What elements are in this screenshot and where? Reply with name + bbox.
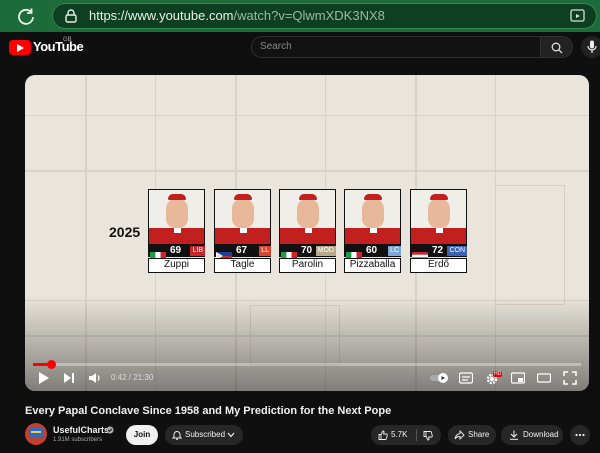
candidate-info-bar: 70 MOD: [279, 245, 336, 260]
youtube-header: YouTube GB Search: [0, 32, 600, 62]
subscribed-label: Subscribed: [185, 430, 226, 439]
fullscreen-icon[interactable]: [563, 371, 577, 385]
candidate-portrait: [344, 189, 401, 245]
more-actions-button[interactable]: [570, 425, 590, 445]
play-icon[interactable]: [38, 371, 50, 385]
like-dislike-group: 5.7K: [371, 425, 441, 445]
flag-icon: [150, 247, 166, 260]
youtube-logo-text[interactable]: YouTube: [33, 39, 84, 54]
settings-button[interactable]: HD: [485, 371, 503, 387]
hd-badge: HD: [493, 371, 503, 377]
video-title: Every Papal Conclave Since 1958 and My P…: [25, 405, 392, 417]
search-input[interactable]: Search: [251, 36, 541, 58]
candidate-portrait: [148, 189, 205, 245]
share-button[interactable]: Share: [448, 425, 496, 445]
flag-icon: [281, 247, 297, 260]
autoplay-toggle[interactable]: [430, 371, 450, 385]
candidate-tag: LL: [259, 246, 271, 256]
join-button[interactable]: Join: [126, 425, 158, 445]
candidate-info-bar: 69 LIB: [148, 245, 205, 260]
browser-toolbar: https://www.youtube.com/watch?v=QlwmXDK3…: [0, 0, 600, 32]
download-button[interactable]: Download: [501, 425, 563, 445]
url-host: https://www.youtube.com: [89, 8, 234, 23]
candidate-info-bar: 67 LL: [214, 245, 271, 260]
candidate-tag: LC: [388, 246, 401, 256]
candidate-portrait: [410, 189, 467, 245]
reload-icon[interactable]: [16, 6, 36, 26]
site-info-icon[interactable]: [63, 8, 79, 24]
candidate-card: 60 LC Pizzaballa: [344, 189, 401, 273]
verified-icon: [106, 426, 114, 434]
subtitles-icon[interactable]: [459, 371, 473, 385]
flag-icon: [346, 247, 362, 260]
search-button[interactable]: [541, 36, 573, 58]
time-display: 0:42 / 21:30: [111, 373, 154, 382]
share-icon: [454, 430, 465, 440]
candidate-name: Pizzaballa: [344, 258, 401, 273]
share-label: Share: [468, 430, 490, 439]
candidate-info-bar: 60 LC: [344, 245, 401, 260]
thumbs-down-icon[interactable]: [423, 431, 433, 441]
region-code: GB: [63, 37, 72, 43]
url-path: /watch?v=QlwmXDK3NX8: [233, 8, 385, 23]
progress-scrubber[interactable]: [47, 360, 57, 369]
progress-bar[interactable]: [33, 360, 581, 369]
chevron-down-icon: [227, 432, 235, 438]
candidate-age: 60: [366, 245, 378, 256]
candidate-name: Parolin: [279, 258, 336, 273]
candidate-card: 72 CON Erdő: [410, 189, 467, 273]
current-time: 0:42: [111, 373, 127, 382]
search-icon: [551, 42, 563, 54]
duration: 21:30: [133, 373, 154, 382]
more-horizontal-icon: [575, 433, 585, 437]
channel-avatar[interactable]: [25, 423, 47, 445]
flag-icon: [216, 247, 232, 260]
candidate-age: 69: [170, 245, 182, 256]
voice-search-button[interactable]: [581, 36, 600, 58]
install-app-icon[interactable]: [570, 9, 586, 23]
candidate-card: 67 LL Tagle: [214, 189, 271, 273]
subscriber-count: 1.91M subscribers: [53, 437, 103, 443]
next-icon[interactable]: [63, 371, 75, 385]
candidate-name: Tagle: [214, 258, 271, 273]
candidate-age: 67: [236, 245, 248, 256]
download-icon: [510, 430, 518, 440]
address-bar[interactable]: https://www.youtube.com/watch?v=QlwmXDK3…: [52, 3, 597, 29]
channel-name[interactable]: UsefulCharts: [53, 425, 109, 435]
candidate-age: 72: [432, 245, 444, 256]
subscribed-button[interactable]: Subscribed: [165, 425, 243, 445]
candidate-tag: LIB: [190, 246, 205, 256]
candidate-tag: CON: [447, 246, 467, 256]
microphone-icon: [587, 40, 597, 53]
video-player[interactable]: 2025 69 LIB Zuppi 67 LL Tagle 70 MOD Parolin 60 LC…: [25, 75, 589, 391]
bell-icon: [172, 431, 182, 440]
thumbs-up-icon[interactable]: [378, 430, 388, 440]
candidate-info-bar: 72 CON: [410, 245, 467, 260]
candidate-portrait: [279, 189, 336, 245]
candidate-age: 70: [301, 245, 313, 256]
flag-icon: [412, 247, 428, 260]
url-text[interactable]: https://www.youtube.com/watch?v=QlwmXDK3…: [89, 8, 385, 23]
youtube-logo-icon[interactable]: [9, 40, 31, 55]
theater-mode-icon[interactable]: [537, 371, 551, 385]
candidate-card: 70 MOD Parolin: [279, 189, 336, 273]
download-label: Download: [523, 430, 559, 439]
search-placeholder: Search: [260, 41, 292, 52]
candidate-name: Zuppi: [148, 258, 205, 273]
miniplayer-icon[interactable]: [511, 371, 525, 385]
candidate-name: Erdő: [410, 258, 467, 273]
year-label: 2025: [109, 224, 141, 240]
volume-icon[interactable]: [88, 371, 102, 385]
like-count: 5.7K: [391, 430, 408, 439]
candidate-card: 69 LIB Zuppi: [148, 189, 205, 273]
candidate-portrait: [214, 189, 271, 245]
candidate-tag: MOD: [315, 246, 336, 256]
